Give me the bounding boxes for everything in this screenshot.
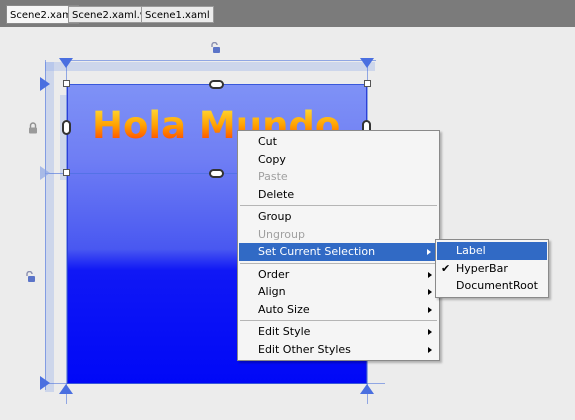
top-guide-line[interactable]	[66, 60, 376, 61]
bottom-left-anchor-marker[interactable]	[59, 384, 73, 394]
resize-handle-top-center[interactable]	[209, 80, 224, 89]
menu-separator	[240, 320, 437, 321]
left-bottom-anchor-marker[interactable]	[40, 376, 50, 390]
resize-handle-inner-center[interactable]	[209, 169, 224, 178]
tab-scene1-xaml[interactable]: Scene1.xaml	[141, 6, 214, 23]
menu-item-label: Edit Other Styles	[258, 342, 351, 356]
checkmark-icon: ✔	[441, 261, 451, 275]
resize-handle-mid-left[interactable]	[63, 169, 70, 176]
menu-item-set-current-selection[interactable]: Set Current Selection	[239, 243, 438, 261]
top-right-anchor-marker[interactable]	[360, 58, 374, 68]
bottom-edge-guide	[40, 383, 385, 384]
menu-item-edit-other-styles[interactable]: Edit Other Styles	[238, 341, 439, 359]
top-left-anchor-marker[interactable]	[59, 58, 73, 68]
menu-item-label: Edit Style	[258, 325, 311, 338]
submenu-arrow-icon	[428, 329, 432, 335]
submenu-item-label[interactable]: Label	[437, 242, 547, 260]
menu-item-group[interactable]: Group	[238, 208, 439, 226]
left-mid-anchor-marker[interactable]	[40, 166, 50, 180]
menu-item-copy[interactable]: Copy	[238, 151, 439, 169]
menu-item-label: Copy	[258, 152, 286, 166]
menu-item-edit-style[interactable]: Edit Style	[238, 323, 439, 341]
submenu-arrow-icon	[428, 306, 432, 313]
submenu-item-hyperbar[interactable]: ✔ HyperBar	[436, 260, 548, 278]
unlock-icon[interactable]	[209, 42, 221, 54]
resize-handle-left-center[interactable]	[62, 120, 71, 135]
submenu-arrow-icon	[427, 249, 431, 255]
resize-handle-top-right[interactable]	[364, 80, 371, 87]
tab-label: Scene1.xaml	[145, 10, 210, 21]
left-edge-guide	[66, 62, 67, 404]
menu-item-ungroup: Ungroup	[238, 226, 439, 244]
lock-icon[interactable]	[27, 122, 39, 134]
menu-item-label: Ungroup	[258, 227, 305, 241]
document-tab-strip: Scene2.xaml Scene2.xaml.vb Scene1.xaml	[0, 0, 575, 27]
left-guide-band	[45, 62, 54, 392]
unlock-icon[interactable]	[24, 271, 36, 283]
menu-item-delete[interactable]: Delete	[238, 186, 439, 204]
menu-item-paste: Paste	[238, 168, 439, 186]
left-top-anchor-marker[interactable]	[40, 77, 50, 91]
menu-item-align[interactable]: Align	[238, 283, 439, 301]
menu-item-order[interactable]: Order	[238, 266, 439, 284]
resize-handle-top-left[interactable]	[63, 80, 70, 87]
tab-label: Scene2.xaml	[10, 10, 75, 21]
menu-separator	[240, 262, 437, 264]
menu-item-label: Paste	[258, 170, 288, 183]
submenu-item-text: HyperBar	[456, 261, 508, 275]
menu-item-label: Order	[258, 267, 290, 281]
menu-item-label: Align	[258, 285, 286, 298]
submenu-item-text: DocumentRoot	[456, 279, 538, 292]
bottom-right-anchor-marker[interactable]	[360, 384, 374, 394]
context-menu: Cut Copy Paste Delete Group Ungroup Set …	[237, 130, 440, 361]
submenu-arrow-icon	[428, 346, 432, 353]
submenu-item-text: Label	[456, 244, 486, 257]
menu-item-label: Set Current Selection	[258, 245, 376, 258]
submenu-arrow-icon	[428, 289, 432, 295]
menu-separator	[240, 205, 437, 206]
menu-item-label: Cut	[258, 135, 277, 148]
menu-item-label: Delete	[258, 187, 295, 201]
set-current-selection-submenu: Label ✔ HyperBar DocumentRoot	[435, 239, 549, 298]
submenu-item-documentroot[interactable]: DocumentRoot	[436, 277, 548, 295]
menu-item-label: Group	[258, 210, 292, 223]
top-guide-band	[45, 62, 375, 71]
menu-item-cut[interactable]: Cut	[238, 133, 439, 151]
menu-item-auto-size[interactable]: Auto Size	[238, 301, 439, 319]
menu-item-label: Auto Size	[258, 302, 310, 316]
submenu-arrow-icon	[428, 271, 432, 278]
left-guide-line[interactable]	[45, 60, 46, 390]
